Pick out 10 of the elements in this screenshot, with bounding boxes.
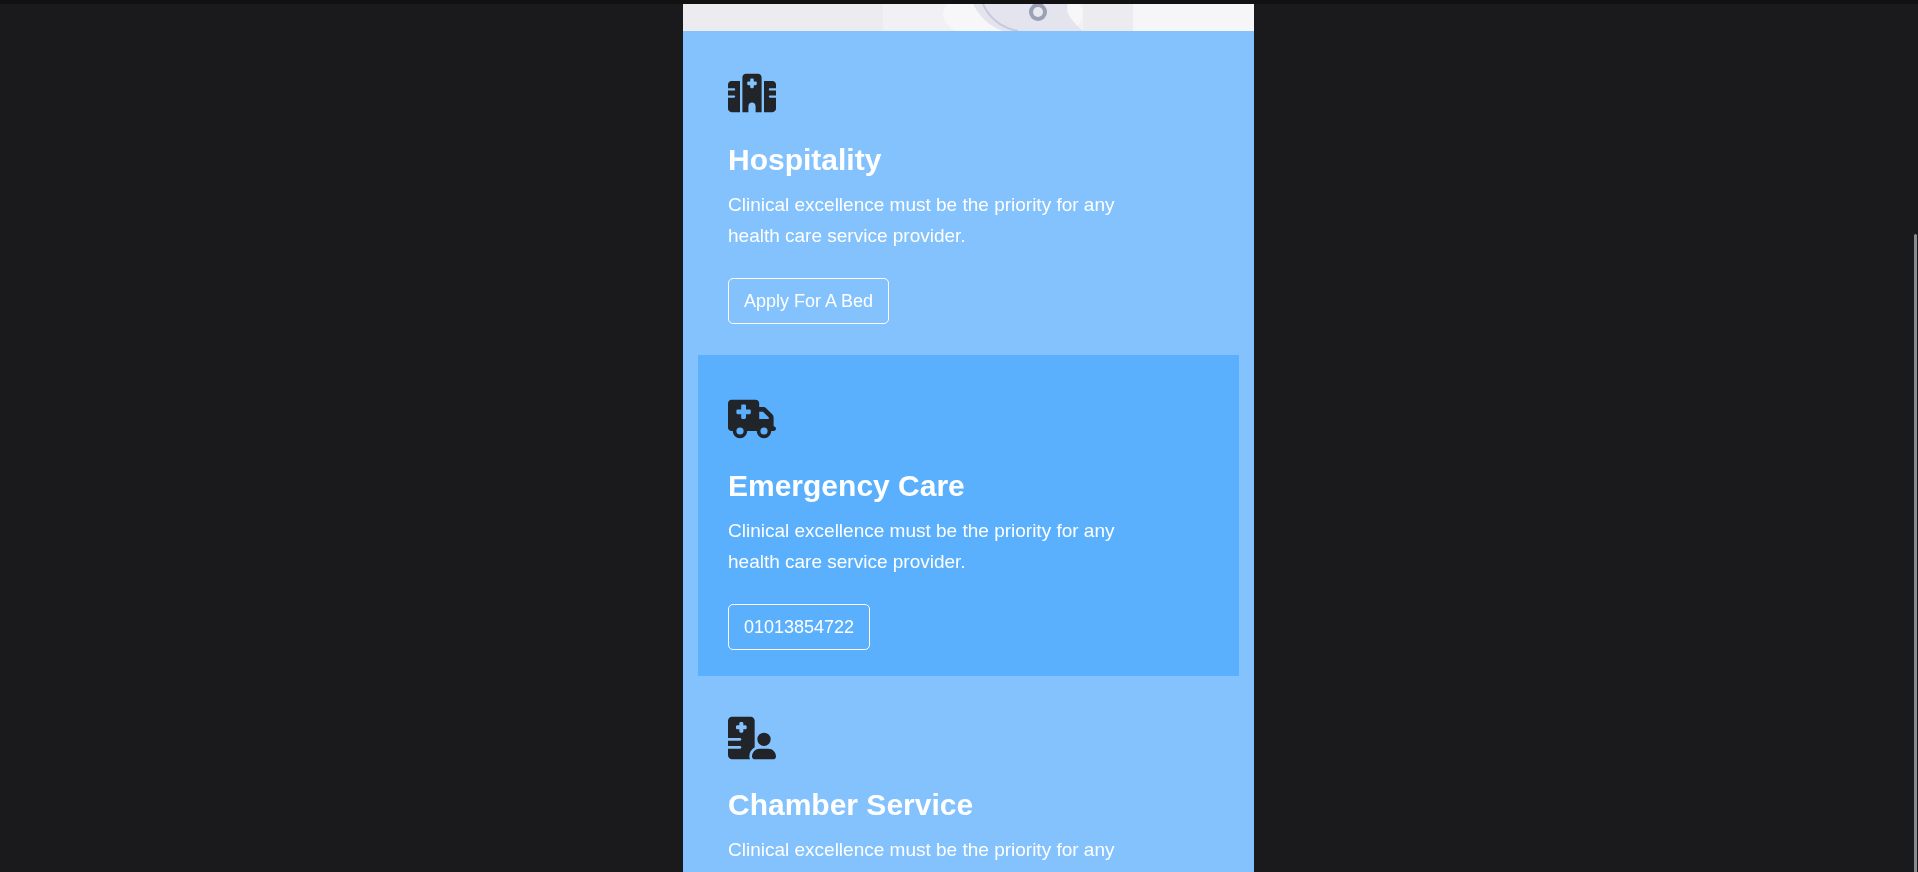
patient-record-icon	[728, 714, 776, 762]
service-button[interactable]: Apply For A Bed	[728, 278, 890, 324]
scrollbar[interactable]	[1914, 234, 1917, 872]
service-description: Clinical excellence must be the priority for any health care service provider.	[728, 193, 1116, 248]
service-button[interactable]: 01013854722	[728, 604, 871, 650]
service-title: Chamber Service	[728, 787, 975, 823]
service-description: Clinical excellence must be the priority for any health care service provider.	[728, 519, 1116, 574]
service-description: Clinical excellence must be the priority for any	[728, 838, 1116, 862]
service-title: Emergency Care	[728, 468, 966, 504]
service-title: Hospitality	[728, 142, 883, 178]
